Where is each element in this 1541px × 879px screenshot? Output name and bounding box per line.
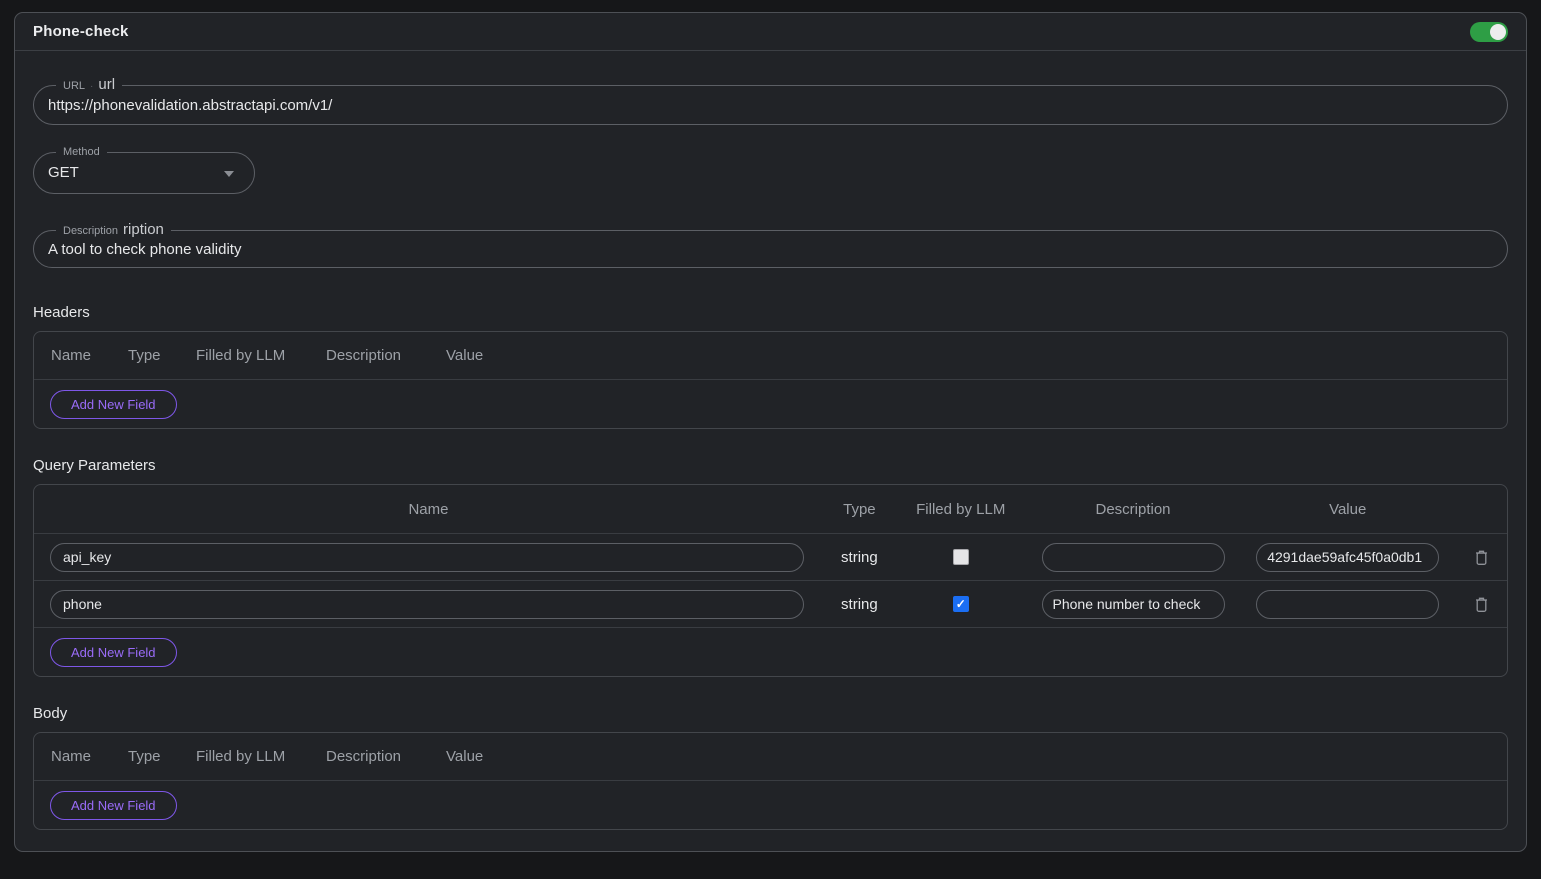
column-header-description: Description [326,347,446,364]
param-name-input[interactable] [50,543,804,572]
toggle-knob [1490,24,1506,40]
method-field[interactable]: Method GET [33,152,255,194]
param-description-input[interactable] [1042,590,1225,619]
filled-by-llm-checkbox[interactable] [953,549,969,565]
trash-icon [1474,549,1489,566]
column-header-filled-by-llm: Filled by LLM [196,347,326,364]
param-type-value: string [823,549,896,566]
param-type-value: string [823,596,896,613]
headers-table-head: Name Type Filled by LLM Description Valu… [34,332,1507,380]
param-value-input[interactable] [1256,590,1439,619]
param-description-input[interactable] [1042,543,1225,572]
headers-section-title: Headers [33,304,1508,321]
headers-add-row: Add New Field [34,380,1507,428]
column-header-filled-by-llm: Filled by LLM [196,748,326,765]
url-label-small: URL [63,77,85,95]
body-table-head: Name Type Filled by LLM Description Valu… [34,733,1507,781]
column-header-type: Type [128,347,196,364]
trash-icon [1474,596,1489,613]
url-field: URL·url [33,85,1508,125]
column-header-value: Value [1240,501,1455,518]
body-table: Name Type Filled by LLM Description Valu… [33,732,1508,830]
column-header-name: Name [51,748,128,765]
description-label-small: Description [63,222,118,240]
phone-check-card: Phone-check URL · url Method GET Descripti… [14,12,1527,852]
delete-row-button[interactable] [1474,549,1489,566]
card-header: Phone-check [15,13,1526,51]
column-header-type: Type [823,501,896,518]
description-label-overlay: ription [123,221,164,239]
method-label: Method [63,143,100,161]
query-parameters-table-head: Name Type Filled by LLM Description Valu… [34,485,1507,534]
body-add-row: Add New Field [34,781,1507,829]
description-field: Descriptionription [33,230,1508,268]
column-header-description: Description [1026,501,1241,518]
param-name-input[interactable] [50,590,804,619]
method-field-label: Method [56,143,107,161]
param-row-api-key: string [34,534,1507,581]
body-section-title: Body [33,705,1508,722]
param-row-phone: string [34,581,1507,628]
description-field-label: Description ription [56,221,171,240]
column-header-description: Description [326,748,446,765]
url-field-label: URL · url [56,76,122,96]
column-header-type: Type [128,748,196,765]
url-label-overlay: url [98,76,115,94]
headers-add-new-field-button[interactable]: Add New Field [50,390,177,419]
description-input[interactable] [34,231,1507,267]
card-body: URL · url Method GET Description ription He… [15,51,1526,852]
param-value-input[interactable] [1256,543,1439,572]
column-header-name: Name [34,501,823,518]
headers-table: Name Type Filled by LLM Description Valu… [33,331,1508,429]
column-header-value: Value [446,748,483,765]
page-title: Phone-check [33,23,129,40]
url-label-dot: · [90,78,93,96]
column-header-value: Value [446,347,483,364]
query-parameters-section-title: Query Parameters [33,457,1508,474]
column-header-name: Name [51,347,128,364]
enabled-toggle[interactable] [1470,22,1508,42]
query-parameters-add-new-field-button[interactable]: Add New Field [50,638,177,667]
url-input[interactable] [34,86,1507,124]
delete-row-button[interactable] [1474,596,1489,613]
query-parameters-table: Name Type Filled by LLM Description Valu… [33,484,1508,677]
column-header-filled-by-llm: Filled by LLM [896,501,1026,518]
query-parameters-add-row: Add New Field [34,628,1507,676]
chevron-down-icon [224,171,234,177]
filled-by-llm-checkbox[interactable] [953,596,969,612]
body-add-new-field-button[interactable]: Add New Field [50,791,177,820]
